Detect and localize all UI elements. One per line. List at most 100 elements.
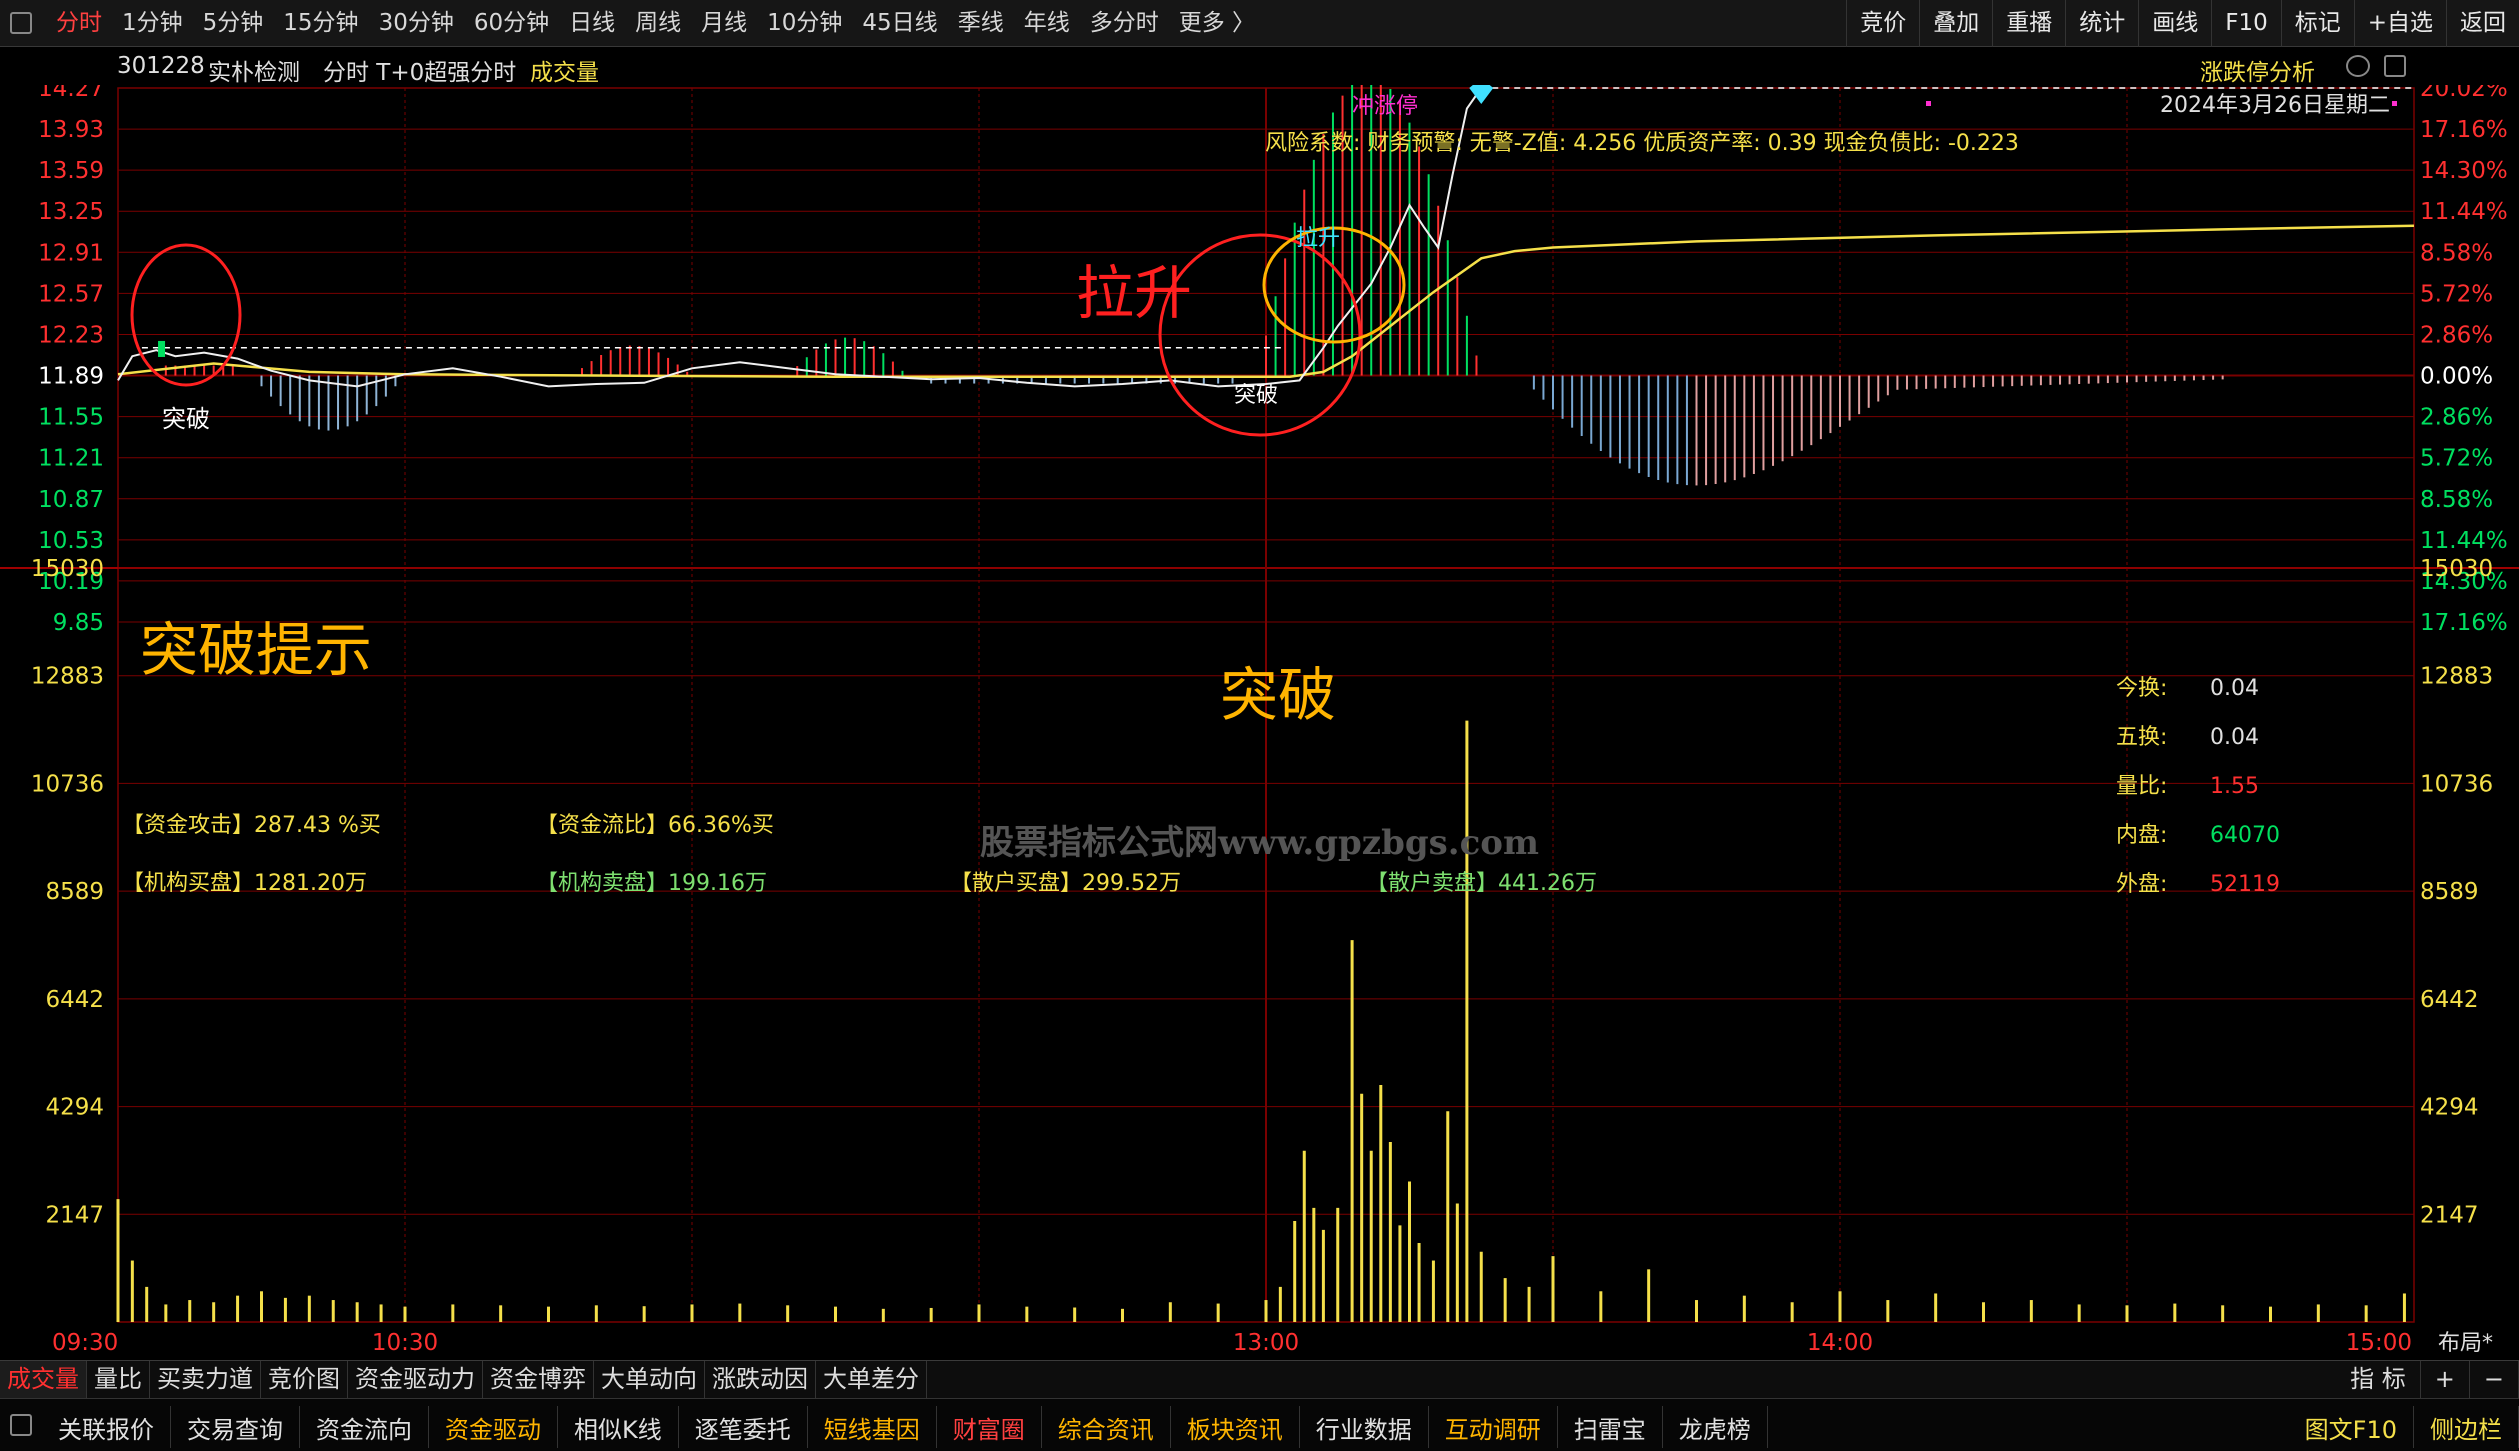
timeframe-6[interactable]: 日线 <box>559 0 625 47</box>
indicator-tab-6[interactable]: 大单动向 <box>594 1361 705 1398</box>
limit-analysis-button[interactable]: 涨跌停分析 <box>2200 53 2315 87</box>
timeframe-12[interactable]: 年线 <box>1014 0 1080 47</box>
function-tab-0[interactable]: 关联报价 <box>42 1406 171 1448</box>
sidebar-button[interactable]: 侧边栏 <box>2414 1406 2519 1448</box>
bottom-menu-icon[interactable] <box>10 1414 32 1436</box>
pct-tick-label: 8.58% <box>2420 240 2493 266</box>
timeframe-3[interactable]: 15分钟 <box>273 0 368 47</box>
breakout-small-label-1: 突破 <box>162 405 210 433</box>
fund-ratio-text: 【资金流比】66.36%买 <box>536 813 774 838</box>
indicator-tab-8[interactable]: 大单差分 <box>816 1361 927 1398</box>
timeframe-2[interactable]: 5分钟 <box>193 0 274 47</box>
volume-tick-label: 6442 <box>45 987 104 1013</box>
toolbar-right-6[interactable]: 标记 <box>2280 0 2354 47</box>
toolbar-right-4[interactable]: 画线 <box>2138 0 2211 47</box>
bottom-function-tabs: 关联报价 交易查询 资金流向 资金驱动 相似K线 逐笔委托 短线基因 财富圈 综合资讯 板块资讯行… <box>0 1398 2519 1451</box>
function-tab-8[interactable]: 综合资讯 <box>1042 1406 1171 1448</box>
time-tick-label: 10:30 <box>372 1330 438 1356</box>
indicator-tab-1[interactable]: 量比 <box>87 1361 150 1398</box>
layout-label[interactable]: 布局* <box>2438 1331 2493 1356</box>
function-tab-13[interactable]: 龙虎榜 <box>1663 1406 1768 1448</box>
price-tick-label: 12.91 <box>38 240 104 266</box>
time-tick-label: 13:00 <box>1233 1330 1299 1356</box>
timeframe-toolbar: 分时 1分钟 5分钟 15分钟 30分钟 60分钟 日线 周线 月线 10分钟 45日线 季线 年线 多分… <box>0 0 2519 47</box>
function-tab-4[interactable]: 相似K线 <box>558 1406 679 1448</box>
price-tick-label: 11.89 <box>38 364 104 390</box>
function-tab-6[interactable]: 短线基因 <box>808 1406 937 1448</box>
timeframe-4[interactable]: 30分钟 <box>369 0 464 47</box>
remove-indicator-button[interactable]: − <box>2470 1361 2519 1398</box>
volume-tick-label-right: 12883 <box>2420 664 2493 690</box>
timeframe-11[interactable]: 季线 <box>948 0 1014 47</box>
chart-header: 301228 实朴检测 分时 T+0超强分时 成交量 涨跌停分析 <box>0 47 2519 87</box>
function-tab-11[interactable]: 互动调研 <box>1429 1406 1558 1448</box>
function-tab-5[interactable]: 逐笔委托 <box>679 1406 808 1448</box>
pct-tick-label: 8.58% <box>2420 487 2493 513</box>
function-tab-9[interactable]: 板块资讯 <box>1171 1406 1300 1448</box>
volume-tick-label-right: 4294 <box>2420 1095 2479 1121</box>
stat-value-3: 64070 <box>2210 823 2280 848</box>
volume-tick-label-right: 2147 <box>2420 1202 2479 1228</box>
function-tab-1[interactable]: 交易查询 <box>171 1406 300 1448</box>
timeframe-13[interactable]: 多分时 <box>1080 0 1169 47</box>
stat-value-1: 0.04 <box>2210 725 2259 750</box>
indicator-tab-5[interactable]: 资金博弈 <box>483 1361 594 1398</box>
add-indicator-button[interactable]: + <box>2421 1361 2470 1398</box>
timeframe-7[interactable]: 周线 <box>625 0 691 47</box>
timeframe-9[interactable]: 10分钟 <box>757 0 852 47</box>
toolbar-right-1[interactable]: 叠加 <box>1919 0 1992 47</box>
pct-tick-label: 0.00% <box>2420 364 2493 390</box>
retail-buy-text: 【散户买盘】299.52万 <box>950 871 1181 896</box>
toolbar-right-3[interactable]: 统计 <box>2065 0 2138 47</box>
toolbar-right-7[interactable]: +自选 <box>2353 0 2446 47</box>
toolbar-right-5[interactable]: F10 <box>2211 0 2281 47</box>
breakout-marker <box>158 340 166 357</box>
indicator-tab-2[interactable]: 买卖力道 <box>150 1361 261 1398</box>
timeframe-0[interactable]: 分时 <box>46 0 112 47</box>
chart-mode: 分时 T+0超强分时 <box>323 60 517 86</box>
stat-label-1: 五换: <box>2116 725 2167 750</box>
timeframe-8[interactable]: 月线 <box>691 0 757 47</box>
price-tick-label: 12.23 <box>38 322 104 348</box>
function-tab-2[interactable]: 资金流向 <box>300 1406 429 1448</box>
magenta-dot-marker <box>2392 101 2397 106</box>
stock-name: 实朴检测 <box>208 60 300 86</box>
graph-f10-button[interactable]: 图文F10 <box>2289 1406 2414 1448</box>
timeframe-10[interactable]: 45日线 <box>852 0 947 47</box>
toolbar-right-8[interactable]: 返回 <box>2446 0 2519 47</box>
window-menu-icon[interactable] <box>10 12 32 34</box>
panel-toggle-icon[interactable] <box>2384 55 2406 77</box>
timeframe-1[interactable]: 1分钟 <box>112 0 193 47</box>
toolbar-right-2[interactable]: 重播 <box>1992 0 2065 47</box>
indicator-menu-button[interactable]: 指 标 <box>2336 1361 2421 1398</box>
indicator-tab-0[interactable]: 成交量 <box>0 1361 87 1398</box>
function-tab-7[interactable]: 财富圈 <box>937 1406 1042 1448</box>
app-root: 分时 1分钟 5分钟 15分钟 30分钟 60分钟 日线 周线 月线 10分钟 45日线 季线 年线 多分… <box>0 0 2519 1451</box>
toolbar-right-0[interactable]: 竞价 <box>1846 0 1919 47</box>
price-tick-label: 10.87 <box>38 487 104 513</box>
price-tick-label: 10.53 <box>38 528 104 554</box>
function-tab-12[interactable]: 扫雷宝 <box>1558 1406 1663 1448</box>
price-tick-label: 9.85 <box>53 610 104 636</box>
rise-text: 拉升 <box>1076 259 1192 327</box>
expand-icon[interactable] <box>2346 55 2370 77</box>
price-tick-label: 14.27 <box>38 85 104 102</box>
indicator-tab-3[interactable]: 竞价图 <box>261 1361 348 1398</box>
timeframe-14[interactable]: 更多 〉 <box>1169 0 1265 47</box>
fund-attack-text: 【资金攻击】287.43 %买 <box>122 813 381 838</box>
indicator-tab-7[interactable]: 涨跌动因 <box>705 1361 816 1398</box>
function-tab-3[interactable]: 资金驱动 <box>429 1406 558 1448</box>
limit-up-label: 冲涨停 <box>1352 94 1418 119</box>
pct-tick-label: 5.72% <box>2420 281 2493 307</box>
timeframe-5[interactable]: 60分钟 <box>464 0 559 47</box>
volume-tick-label-right: 15030 <box>2420 556 2493 582</box>
volume-indicator-label[interactable]: 成交量 <box>530 53 599 87</box>
stat-label-0: 今换: <box>2116 676 2167 701</box>
price-tick-label: 13.59 <box>38 158 104 184</box>
stat-value-2: 1.55 <box>2210 774 2259 799</box>
stat-value-0: 0.04 <box>2210 676 2259 701</box>
indicator-tab-4[interactable]: 资金驱动力 <box>348 1361 483 1398</box>
volume-tick-label-right: 10736 <box>2420 771 2493 797</box>
pct-tick-label: 20.02% <box>2420 85 2508 102</box>
function-tab-10[interactable]: 行业数据 <box>1300 1406 1429 1448</box>
